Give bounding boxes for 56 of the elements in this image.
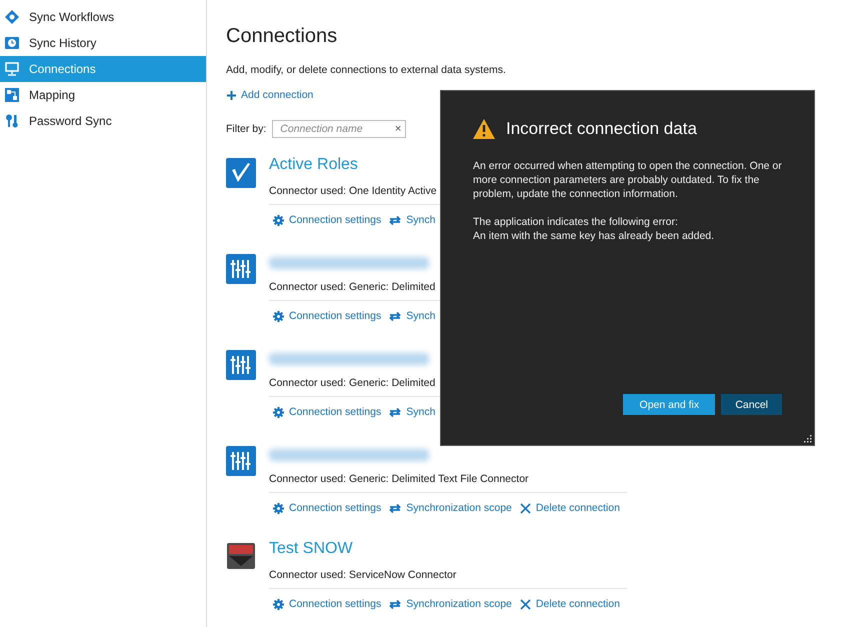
- plus-icon: [227, 90, 236, 100]
- gear-icon: [273, 310, 284, 322]
- action-link[interactable]: Connection settings: [273, 406, 382, 418]
- filter-label: Filter by:: [226, 123, 266, 135]
- sliders-icon: [226, 446, 256, 476]
- clear-button[interactable]: ×: [394, 123, 402, 135]
- gear-icon: [273, 502, 284, 514]
- sidebar-item[interactable]: Mapping: [0, 82, 206, 108]
- swap-arrows-icon: [389, 502, 402, 514]
- key-icon: [5, 114, 19, 128]
- dialog-message: The application indicates the following error: An item with the same key has already been added.: [473, 215, 716, 243]
- connector-line: Connector used: Generic: Delimited Text File Connector: [269, 470, 627, 493]
- action-link[interactable]: Connection settings: [273, 502, 382, 514]
- sidebar-item[interactable]: Sync History: [0, 30, 206, 56]
- swap-arrows-icon: [389, 214, 402, 226]
- gear-icon: [273, 406, 284, 418]
- action-link[interactable]: Synch: [389, 310, 436, 322]
- gear-icon: [273, 598, 284, 610]
- action-link[interactable]: Connection settings: [273, 598, 382, 610]
- close-icon: [520, 502, 531, 514]
- dialog-button[interactable]: Cancel: [721, 394, 782, 415]
- checkmark-icon: [226, 158, 256, 188]
- diamond-icon: [5, 10, 19, 24]
- action-link[interactable]: Synch: [389, 406, 436, 418]
- sidebar-item[interactable]: Sync Workflows: [0, 4, 206, 30]
- connector-line: Connector used: ServiceNow Connector: [269, 566, 627, 589]
- warning-icon: [473, 119, 495, 139]
- gear-icon: [273, 214, 284, 226]
- add-connection-link[interactable]: Add connection: [227, 89, 314, 101]
- connection-name[interactable]: Test SNOW: [269, 540, 353, 562]
- dialog-button[interactable]: Open and fix: [623, 394, 716, 415]
- action-link[interactable]: Synchronization scope: [389, 502, 512, 514]
- sidebar-item[interactable]: Connections: [0, 56, 206, 82]
- action-link[interactable]: Connection settings: [273, 214, 382, 226]
- swap-arrows-icon: [389, 406, 402, 418]
- clock-icon: [5, 36, 19, 50]
- action-link[interactable]: Synch: [389, 214, 436, 226]
- dialog-title: Incorrect connection data: [506, 119, 697, 139]
- resize-grip-icon[interactable]: [803, 434, 812, 443]
- swap-arrows-icon: [389, 310, 402, 322]
- swap-arrows-icon: [389, 598, 402, 610]
- grid-icon: [5, 88, 19, 102]
- monitor-icon: [5, 62, 19, 76]
- action-link[interactable]: Connection settings: [273, 310, 382, 322]
- sidebar-item[interactable]: Password Sync: [0, 108, 206, 134]
- sliders-icon: [226, 350, 256, 380]
- search-field[interactable]: Connection name ×: [272, 120, 406, 138]
- sliders-icon: [226, 254, 256, 284]
- action-link[interactable]: Delete connection: [520, 598, 620, 610]
- close-icon: [520, 598, 531, 610]
- action-link[interactable]: Synchronization scope: [389, 598, 512, 610]
- connection-name[interactable]: Active Roles: [269, 156, 358, 178]
- action-link[interactable]: Delete connection: [520, 502, 620, 514]
- page-title: Connections: [226, 25, 338, 48]
- page-subtitle: Add, modify, or delete connections to external data systems.: [226, 64, 506, 76]
- monitor-icon: [226, 542, 256, 572]
